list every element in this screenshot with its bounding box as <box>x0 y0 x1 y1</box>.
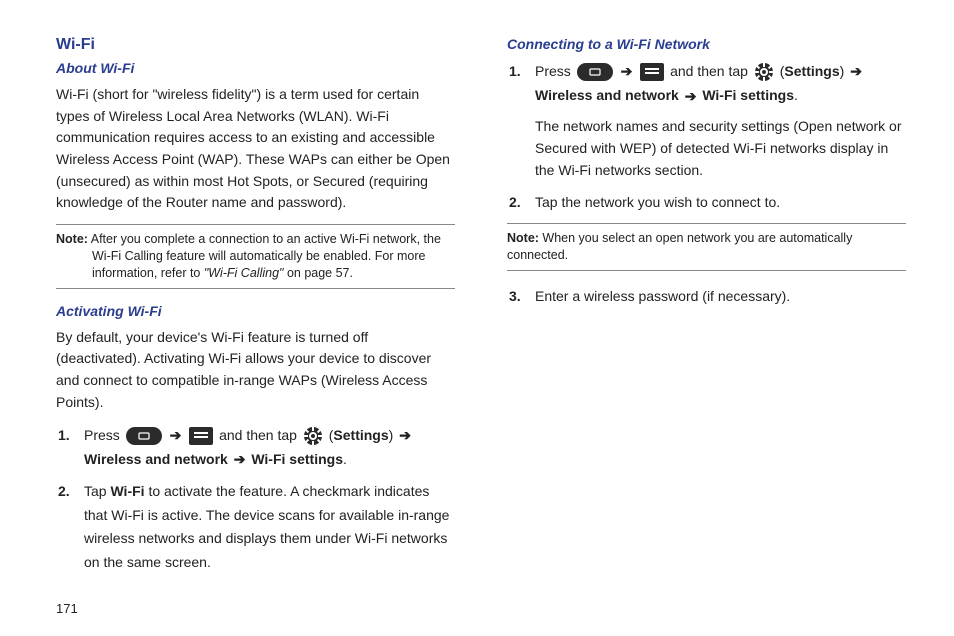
right-column: Connecting to a Wi-Fi Network 1. Press ➔… <box>507 36 906 583</box>
step-number: 2. <box>58 480 70 504</box>
step-number: 2. <box>509 191 521 215</box>
home-key-icon <box>126 427 162 445</box>
wifi-settings-label: Wi-Fi settings <box>702 87 794 103</box>
about-wifi-body: Wi-Fi (short for "wireless fidelity") is… <box>56 84 455 214</box>
note-label: Note: <box>507 231 539 245</box>
note-wifi-calling: Note: After you complete a connection to… <box>56 224 455 289</box>
arrow-icon: ➔ <box>850 60 862 84</box>
activating-body: By default, your device's Wi-Fi feature … <box>56 327 455 414</box>
arrow-icon: ➔ <box>621 60 633 84</box>
settings-label: Settings <box>784 63 839 79</box>
step-2: 2. Tap Wi-Fi to activate the feature. A … <box>84 480 455 575</box>
section-title-wifi: Wi-Fi <box>56 36 455 54</box>
step-number: 3. <box>509 285 521 309</box>
note-body-text: When you select an open network you are … <box>507 231 852 262</box>
arrow-icon: ➔ <box>685 85 697 109</box>
activating-steps: 1. Press ➔ and then tap (Settings) ➔ Wir… <box>56 424 455 576</box>
step-3-body: Enter a wireless password (if necessary)… <box>535 285 906 309</box>
menu-key-icon <box>640 63 664 81</box>
page-number: 171 <box>56 601 78 616</box>
note-tail: on page 57. <box>283 266 353 280</box>
wifi-settings-label: Wi-Fi settings <box>251 451 343 467</box>
arrow-icon: ➔ <box>170 424 182 448</box>
note-label: Note: <box>56 232 88 246</box>
wireless-network-label: Wireless and network <box>535 87 679 103</box>
connecting-steps: 1. Press ➔ and then tap (Settings) ➔ Wir… <box>507 60 906 215</box>
wifi-label: Wi-Fi <box>110 483 144 499</box>
step-number: 1. <box>509 60 521 84</box>
step-2-body: Tap the network you wish to connect to. <box>535 191 906 215</box>
wireless-network-label: Wireless and network <box>84 451 228 467</box>
settings-gear-icon <box>754 62 774 82</box>
settings-gear-icon <box>303 426 323 446</box>
note-open-network: Note: When you select an open network yo… <box>507 223 906 271</box>
menu-key-icon <box>189 427 213 445</box>
step-3: 3. Enter a wireless password (if necessa… <box>535 285 906 309</box>
arrow-icon: ➔ <box>399 424 411 448</box>
step-2: 2. Tap the network you wish to connect t… <box>535 191 906 215</box>
left-column: Wi-Fi About Wi-Fi Wi-Fi (short for "wire… <box>56 36 455 583</box>
connecting-steps-continued: 3. Enter a wireless password (if necessa… <box>507 285 906 309</box>
step-1: 1. Press ➔ and then tap (Settings) ➔ Wir… <box>84 424 455 472</box>
arrow-icon: ➔ <box>234 448 246 472</box>
step-1: 1. Press ➔ and then tap (Settings) ➔ Wir… <box>535 60 906 181</box>
step-1-after: The network names and security settings … <box>535 116 906 181</box>
subheading-connecting: Connecting to a Wi-Fi Network <box>507 36 906 52</box>
home-key-icon <box>577 63 613 81</box>
settings-label: Settings <box>333 427 388 443</box>
note-reference: "Wi-Fi Calling" <box>204 266 284 280</box>
step-number: 1. <box>58 424 70 448</box>
subheading-about-wifi: About Wi-Fi <box>56 60 455 76</box>
subheading-activating-wifi: Activating Wi-Fi <box>56 303 455 319</box>
